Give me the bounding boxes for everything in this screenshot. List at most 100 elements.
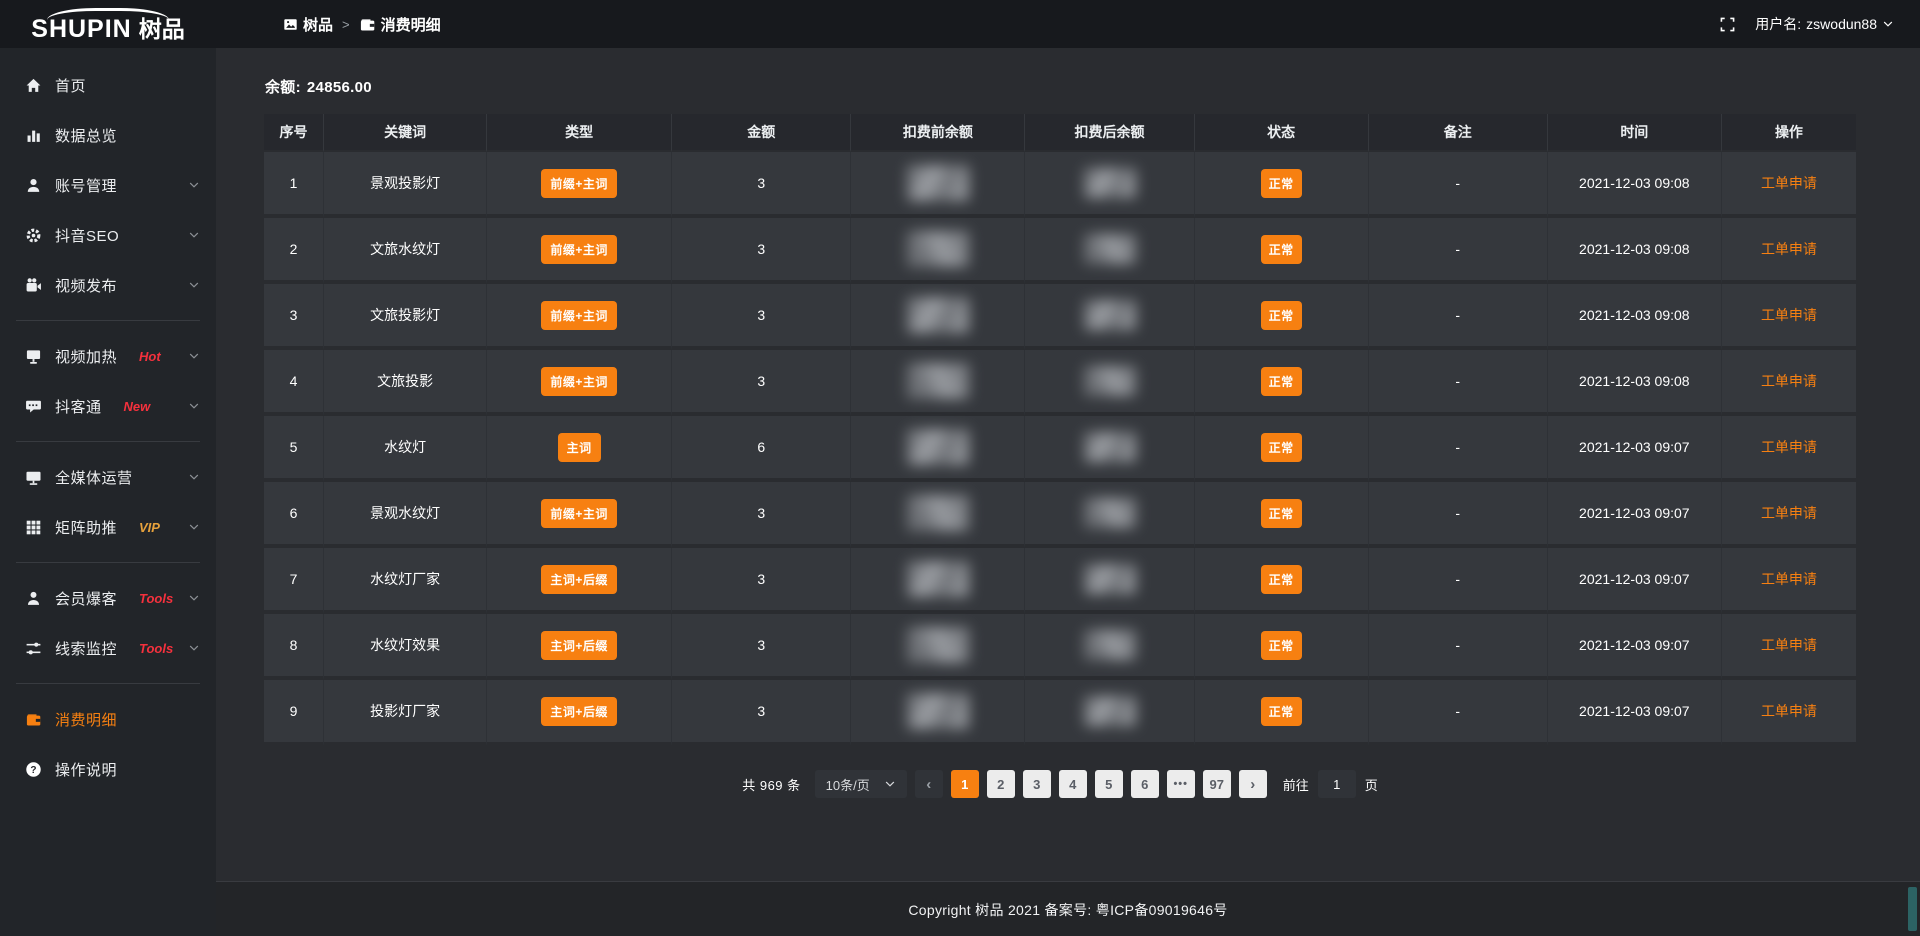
sidebar-item-matrix-boost[interactable]: 矩阵助推VIP [0, 502, 216, 552]
work-order-link[interactable]: 工单申请 [1761, 307, 1817, 323]
page-size-select[interactable]: 10条/页 [815, 770, 907, 798]
cell-remark: - [1369, 350, 1548, 416]
cell-action: 工单申请 [1722, 350, 1856, 416]
cell-remark: - [1369, 614, 1548, 680]
sidebar-item-consumption-detail[interactable]: 消费明细 [0, 694, 216, 744]
cell-type: 主词+后缀 [487, 614, 672, 680]
work-order-link[interactable]: 工单申请 [1761, 505, 1817, 521]
masked-balance-after [1084, 630, 1136, 660]
sidebar-divider [16, 320, 200, 321]
sidebar-item-operation-guide[interactable]: ?操作说明 [0, 744, 216, 794]
status-badge: 正常 [1261, 499, 1302, 528]
work-order-link[interactable]: 工单申请 [1761, 637, 1817, 653]
sidebar-item-label: 矩阵助推 [55, 517, 117, 538]
type-badge: 前缀+主词 [541, 235, 617, 264]
sidebar-item-home[interactable]: 首页 [0, 60, 216, 110]
cell-action: 工单申请 [1722, 614, 1856, 680]
chevron-down-icon [188, 642, 200, 654]
gear-icon [25, 227, 42, 244]
next-page-button[interactable]: › [1239, 770, 1267, 798]
work-order-link[interactable]: 工单申请 [1761, 175, 1817, 191]
cell-balance-after [1025, 218, 1194, 284]
cell-remark: - [1369, 218, 1548, 284]
chevron-down-icon [188, 179, 200, 191]
cell-time: 2021-12-03 09:07 [1548, 482, 1722, 548]
sidebar-item-tag: Tools [139, 641, 173, 656]
cell-balance-before [851, 350, 1025, 416]
cell-balance-after [1025, 284, 1194, 350]
cell-balance-after [1025, 416, 1194, 482]
type-badge: 前缀+主词 [541, 499, 617, 528]
cell-index: 1 [264, 152, 324, 218]
sidebar-item-account-management[interactable]: 账号管理 [0, 160, 216, 210]
cell-balance-before [851, 548, 1025, 614]
balance: 余额:24856.00 [265, 76, 1856, 97]
table-header-row: 序号关键词类型金额扣费前余额扣费后余额状态备注时间操作 [264, 114, 1856, 152]
cell-index: 9 [264, 680, 324, 746]
cell-amount: 3 [672, 350, 851, 416]
sidebar-item-douyin-seo[interactable]: 抖音SEO [0, 210, 216, 260]
main-content: 余额:24856.00 序号关键词类型金额扣费前余额扣费后余额状态备注时间操作 … [216, 48, 1920, 936]
column-header: 状态 [1195, 114, 1369, 152]
cell-amount: 3 [672, 482, 851, 548]
page-button-5[interactable]: 5 [1095, 770, 1123, 798]
page-button-2[interactable]: 2 [987, 770, 1015, 798]
sidebar-item-all-media-operation[interactable]: 全媒体运营 [0, 452, 216, 502]
work-order-link[interactable]: 工单申请 [1761, 571, 1817, 587]
breadcrumb-home-label: 树品 [303, 14, 333, 35]
chevron-down-icon [188, 592, 200, 604]
top-bar: SHUPIN 树品 树品 > 消费明细 用户名: zswodun88 [0, 0, 1920, 48]
work-order-link[interactable]: 工单申请 [1761, 439, 1817, 455]
page-button-3[interactable]: 3 [1023, 770, 1051, 798]
scrollbar-thumb[interactable] [1908, 887, 1917, 931]
sidebar-item-douketong[interactable]: 抖客通New [0, 381, 216, 431]
page-ellipsis-button[interactable]: ••• [1167, 770, 1195, 798]
work-order-link[interactable]: 工单申请 [1761, 373, 1817, 389]
sidebar-item-label: 抖音SEO [55, 225, 119, 246]
status-badge: 正常 [1261, 367, 1302, 396]
camera-icon [25, 277, 42, 294]
work-order-link[interactable]: 工单申请 [1761, 703, 1817, 719]
cell-status: 正常 [1195, 548, 1369, 614]
masked-balance-after [1084, 564, 1136, 594]
sidebar-item-member-burst[interactable]: 会员爆客Tools [0, 573, 216, 623]
sidebar-item-label: 全媒体运营 [55, 467, 133, 488]
cell-balance-before [851, 416, 1025, 482]
table-row: 9投影灯厂家主词+后缀3正常-2021-12-03 09:07工单申请 [264, 680, 1856, 746]
breadcrumb-item-current: 消费明细 [359, 14, 441, 35]
breadcrumb-item-home[interactable]: 树品 [283, 14, 333, 35]
cell-action: 工单申请 [1722, 548, 1856, 614]
masked-balance-before [907, 693, 969, 729]
cell-balance-after [1025, 680, 1194, 746]
cell-status: 正常 [1195, 614, 1369, 680]
cell-index: 5 [264, 416, 324, 482]
sidebar-item-label: 会员爆客 [55, 588, 117, 609]
comment-icon [25, 398, 42, 415]
sidebar-item-video-heating[interactable]: 视频加热Hot [0, 331, 216, 381]
user-icon [25, 177, 42, 194]
sidebar-item-clue-monitor[interactable]: 线索监控Tools [0, 623, 216, 673]
page-button-6[interactable]: 6 [1131, 770, 1159, 798]
page-button-97[interactable]: 97 [1203, 770, 1231, 798]
sidebar-item-video-publish[interactable]: 视频发布 [0, 260, 216, 310]
goto-page-input[interactable] [1318, 770, 1356, 798]
sidebar-item-label: 账号管理 [55, 175, 117, 196]
monitor-icon [25, 469, 42, 486]
cell-index: 7 [264, 548, 324, 614]
sidebar-item-label: 抖客通 [55, 396, 102, 417]
cell-action: 工单申请 [1722, 218, 1856, 284]
chevron-down-icon [188, 350, 200, 362]
fullscreen-icon[interactable] [1720, 17, 1735, 32]
prev-page-button[interactable]: ‹ [915, 770, 943, 798]
sidebar-item-data-overview[interactable]: 数据总览 [0, 110, 216, 160]
work-order-link[interactable]: 工单申请 [1761, 241, 1817, 257]
page-button-1[interactable]: 1 [951, 770, 979, 798]
cell-index: 8 [264, 614, 324, 680]
user-menu[interactable]: 用户名: zswodun88 [1755, 14, 1894, 34]
wallet-icon [25, 711, 42, 728]
sidebar-item-tag: Hot [139, 349, 161, 364]
sliders-icon [25, 640, 42, 657]
page-button-4[interactable]: 4 [1059, 770, 1087, 798]
cell-keyword: 景观水纹灯 [324, 482, 487, 548]
cell-time: 2021-12-03 09:08 [1548, 152, 1722, 218]
